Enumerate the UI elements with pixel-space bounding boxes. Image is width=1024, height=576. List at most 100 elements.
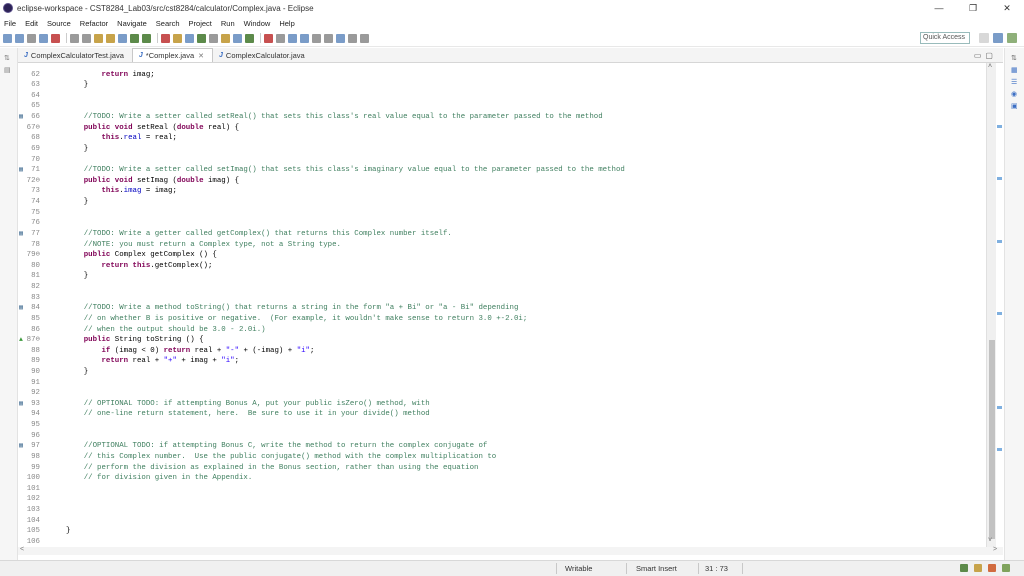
code-line[interactable]: ▦ 77 //TODO: Write a getter called getCom… (18, 229, 986, 240)
toolbar-action-icon[interactable] (70, 33, 79, 43)
code-line[interactable]: 92 (18, 388, 986, 399)
toolbar-action-icon[interactable] (94, 33, 103, 43)
debug-perspective-icon[interactable] (1007, 33, 1017, 43)
editor-tab-1[interactable]: J *Complex.java ✕ (131, 48, 214, 62)
code-line[interactable]: 96 (18, 431, 986, 442)
scroll-right-icon[interactable]: ˃ (993, 546, 997, 553)
code-line[interactable]: 79⊖ public Complex getComplex () { (18, 250, 986, 261)
task-overview-marker[interactable] (997, 239, 1002, 243)
code-line[interactable]: 68 this.real = real; (18, 133, 986, 144)
scroll-down-icon[interactable]: ˅ (988, 537, 992, 544)
toolbar-action-icon[interactable] (336, 33, 345, 43)
menu-refactor[interactable]: Refactor (80, 19, 108, 28)
editor-min-max-icons[interactable]: ▭▢ (974, 51, 997, 60)
task-overview-marker[interactable] (997, 177, 1002, 181)
progress-icon[interactable] (960, 564, 968, 572)
toolbar-action-icon[interactable] (15, 33, 24, 43)
quick-access-input[interactable]: Quick Access (920, 32, 970, 44)
code-line[interactable]: ▦ 93 // OPTIONAL TODO: if attempting Bonu… (18, 399, 986, 410)
toolbar-action-icon[interactable] (276, 33, 285, 43)
menu-navigate[interactable]: Navigate (117, 19, 147, 28)
code-line[interactable]: 101 (18, 484, 986, 495)
overview-ruler[interactable] (996, 63, 1003, 547)
code-line[interactable]: 76 (18, 218, 986, 229)
code-line[interactable]: 88 if (imag < 0) return real + "-" + (-i… (18, 346, 986, 357)
scroll-thumb[interactable] (989, 340, 995, 539)
toolbar-action-icon[interactable] (197, 33, 206, 43)
code-line[interactable]: 80 return this.getComplex(); (18, 261, 986, 272)
code-line[interactable]: 105} (18, 526, 986, 537)
vertical-scrollbar[interactable]: ˄ ˅ (986, 63, 996, 547)
code-line[interactable]: 100 // for division given in the Appendi… (18, 473, 986, 484)
menu-file[interactable]: File (4, 19, 16, 28)
code-line[interactable]: 78 //NOTE: you must return a Complex typ… (18, 240, 986, 251)
code-line[interactable]: 69 } (18, 144, 986, 155)
toolbar-action-icon[interactable] (27, 33, 36, 43)
code-line[interactable]: 85 // on whether B is positive or negati… (18, 314, 986, 325)
restore-icon[interactable]: ⇅ (1011, 54, 1020, 62)
task-overview-marker[interactable] (997, 125, 1002, 129)
scroll-left-icon[interactable]: ˂ (20, 546, 24, 553)
scroll-up-icon[interactable]: ˄ (988, 63, 992, 70)
toolbar-action-icon[interactable] (118, 33, 127, 43)
restore-icon[interactable]: ⇅ (4, 54, 14, 62)
toolbar-action-icon[interactable] (221, 33, 230, 43)
code-line[interactable]: 104 (18, 516, 986, 527)
toolbar-action-icon[interactable] (3, 33, 12, 43)
close-tab-icon[interactable]: ✕ (198, 52, 204, 60)
code-line[interactable]: 81 } (18, 271, 986, 282)
toolbar-action-icon[interactable] (39, 33, 48, 43)
package-explorer-icon[interactable]: ▤ (4, 66, 14, 74)
toolbar-action-icon[interactable] (245, 33, 254, 43)
code-line[interactable]: 70 (18, 155, 986, 166)
menu-edit[interactable]: Edit (25, 19, 38, 28)
java-perspective-icon[interactable] (993, 33, 1003, 43)
minimize-button[interactable]: — (922, 0, 956, 16)
code-line[interactable]: 72⊖ public void setImag (double imag) { (18, 176, 986, 187)
code-line[interactable]: ▦ 66 //TODO: Write a setter called setRea… (18, 112, 986, 123)
notification-icon[interactable] (974, 564, 982, 572)
code-line[interactable]: ▦ 71 //TODO: Write a setter called setIma… (18, 165, 986, 176)
code-line[interactable]: ▦ 84 //TODO: Write a method toString() th… (18, 303, 986, 314)
code-line[interactable]: 75 (18, 208, 986, 219)
install-icon[interactable] (1002, 564, 1010, 572)
code-line[interactable]: 99 // perform the division as explained … (18, 463, 986, 474)
code-line[interactable]: 73 this.imag = imag; (18, 186, 986, 197)
code-editor[interactable]: 61 public double getImag() {62 return im… (18, 63, 986, 547)
menu-source[interactable]: Source (47, 19, 71, 28)
code-line[interactable]: 94 // one-line return statement, here. B… (18, 409, 986, 420)
toolbar-action-icon[interactable] (130, 33, 139, 43)
toolbar-action-icon[interactable] (360, 33, 369, 43)
menu-search[interactable]: Search (156, 19, 180, 28)
toolbar-action-icon[interactable] (142, 33, 151, 43)
code-line[interactable]: 95 (18, 420, 986, 431)
toolbar-action-icon[interactable] (348, 33, 357, 43)
code-line[interactable]: 64 (18, 91, 986, 102)
code-line[interactable]: 106 (18, 537, 986, 547)
outline-icon[interactable]: ▦ (1011, 66, 1020, 74)
toolbar-action-icon[interactable] (233, 33, 242, 43)
insert-mode-status[interactable]: Smart Insert (636, 564, 677, 573)
code-line[interactable]: 90 } (18, 367, 986, 378)
problems-icon[interactable]: ▣ (1011, 102, 1020, 110)
code-line[interactable]: 74 } (18, 197, 986, 208)
code-line[interactable]: 83 (18, 293, 986, 304)
code-line[interactable]: 91 (18, 378, 986, 389)
toolbar-action-icon[interactable] (185, 33, 194, 43)
task-overview-marker[interactable] (997, 447, 1002, 451)
toolbar-action-icon[interactable] (106, 33, 115, 43)
code-line[interactable]: 98 // this Complex number. Use the publi… (18, 452, 986, 463)
code-line[interactable]: ▲ 87⊖ public String toString () { (18, 335, 986, 346)
toolbar-action-icon[interactable] (82, 33, 91, 43)
task-overview-marker[interactable] (997, 312, 1002, 316)
tip-icon[interactable] (988, 564, 996, 572)
editor-tab-2[interactable]: J ComplexCalculator.java (213, 48, 313, 62)
code-line[interactable]: 63 } (18, 80, 986, 91)
task-list-icon[interactable]: ☰ (1011, 78, 1020, 86)
toolbar-action-icon[interactable] (300, 33, 309, 43)
horizontal-scrollbar[interactable]: ˂ ˃ (18, 546, 1003, 555)
code-line[interactable]: 61 public double getImag() { (18, 63, 986, 66)
toolbar-action-icon[interactable] (173, 33, 182, 43)
close-button[interactable]: ✕ (990, 0, 1024, 16)
toolbar-action-icon[interactable] (209, 33, 218, 43)
